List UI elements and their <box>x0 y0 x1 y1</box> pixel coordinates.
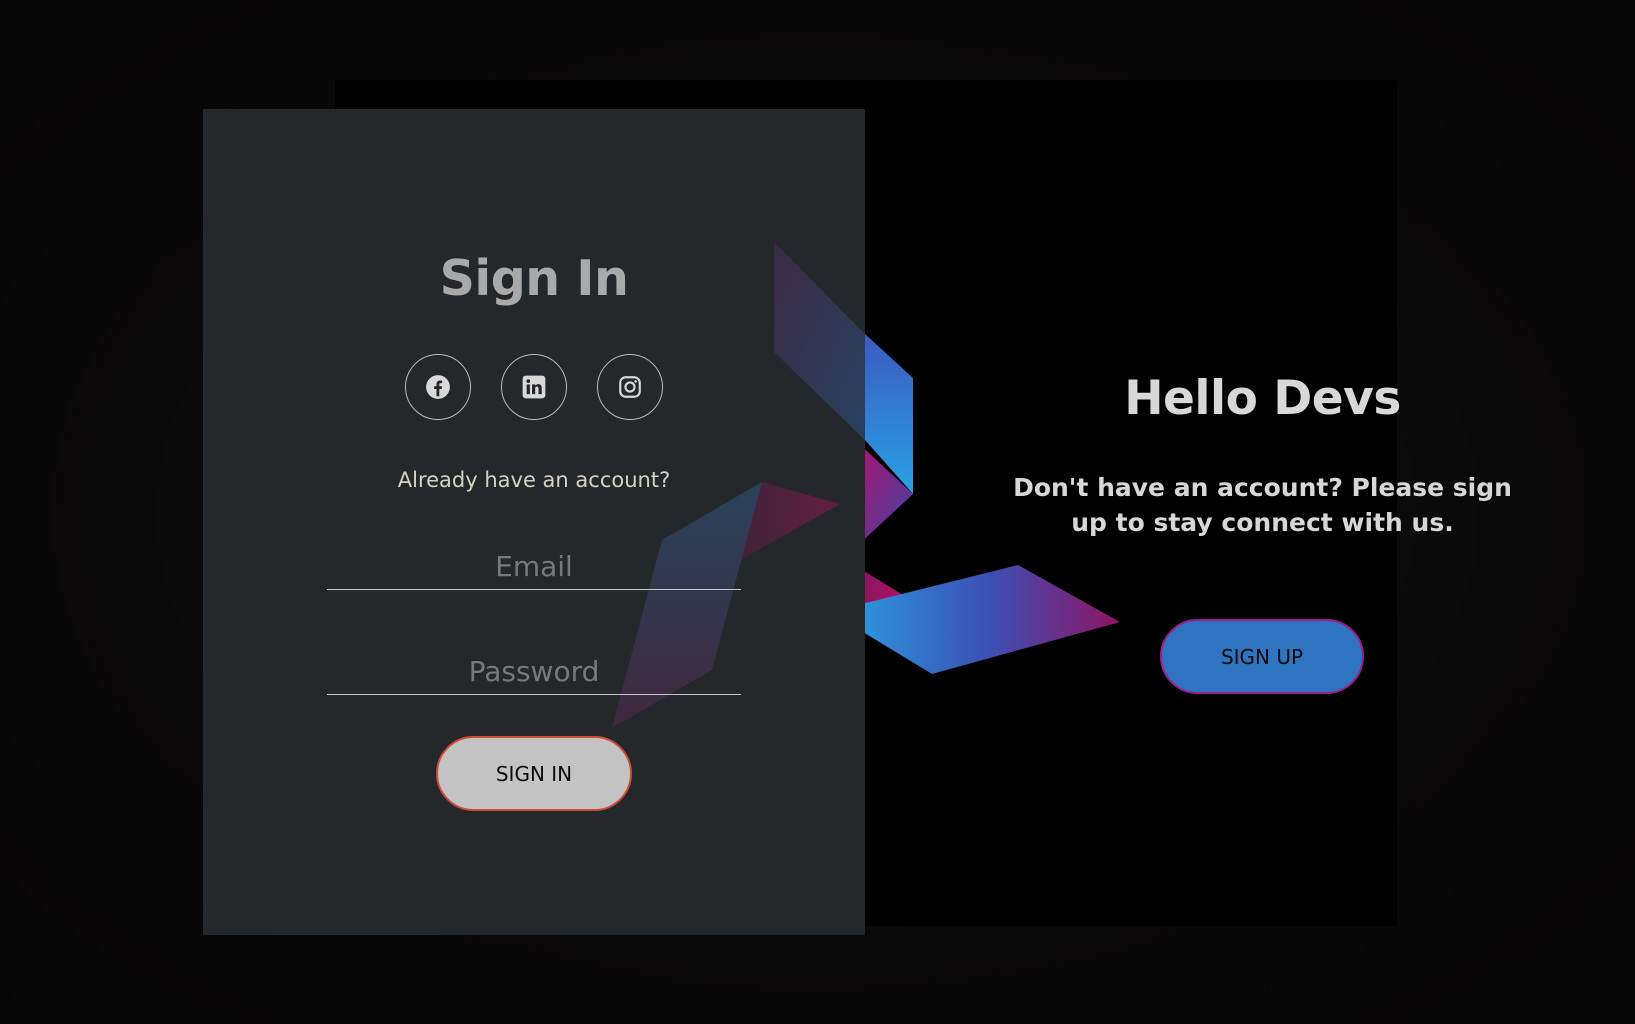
instagram-button[interactable] <box>597 354 663 420</box>
facebook-icon <box>426 375 450 399</box>
social-buttons <box>405 354 663 424</box>
facebook-button[interactable] <box>405 354 471 420</box>
linkedin-button[interactable] <box>501 354 567 420</box>
already-account-text: Already have an account? <box>397 468 671 492</box>
signin-title: Sign In <box>439 250 629 307</box>
signin-button[interactable]: SIGN IN <box>436 736 632 811</box>
password-field[interactable] <box>327 649 741 695</box>
page-background: Sign In Already have an account? Email S… <box>0 0 1635 1024</box>
signup-button[interactable]: SIGN UP <box>1160 619 1364 694</box>
signup-title: Hello Devs <box>1124 371 1401 426</box>
signin-panel <box>203 109 865 935</box>
email-field[interactable] <box>327 544 741 590</box>
instagram-icon <box>619 376 641 398</box>
linkedin-icon <box>522 375 546 399</box>
signup-description: Don't have an account? Please sign up to… <box>1013 473 1512 537</box>
